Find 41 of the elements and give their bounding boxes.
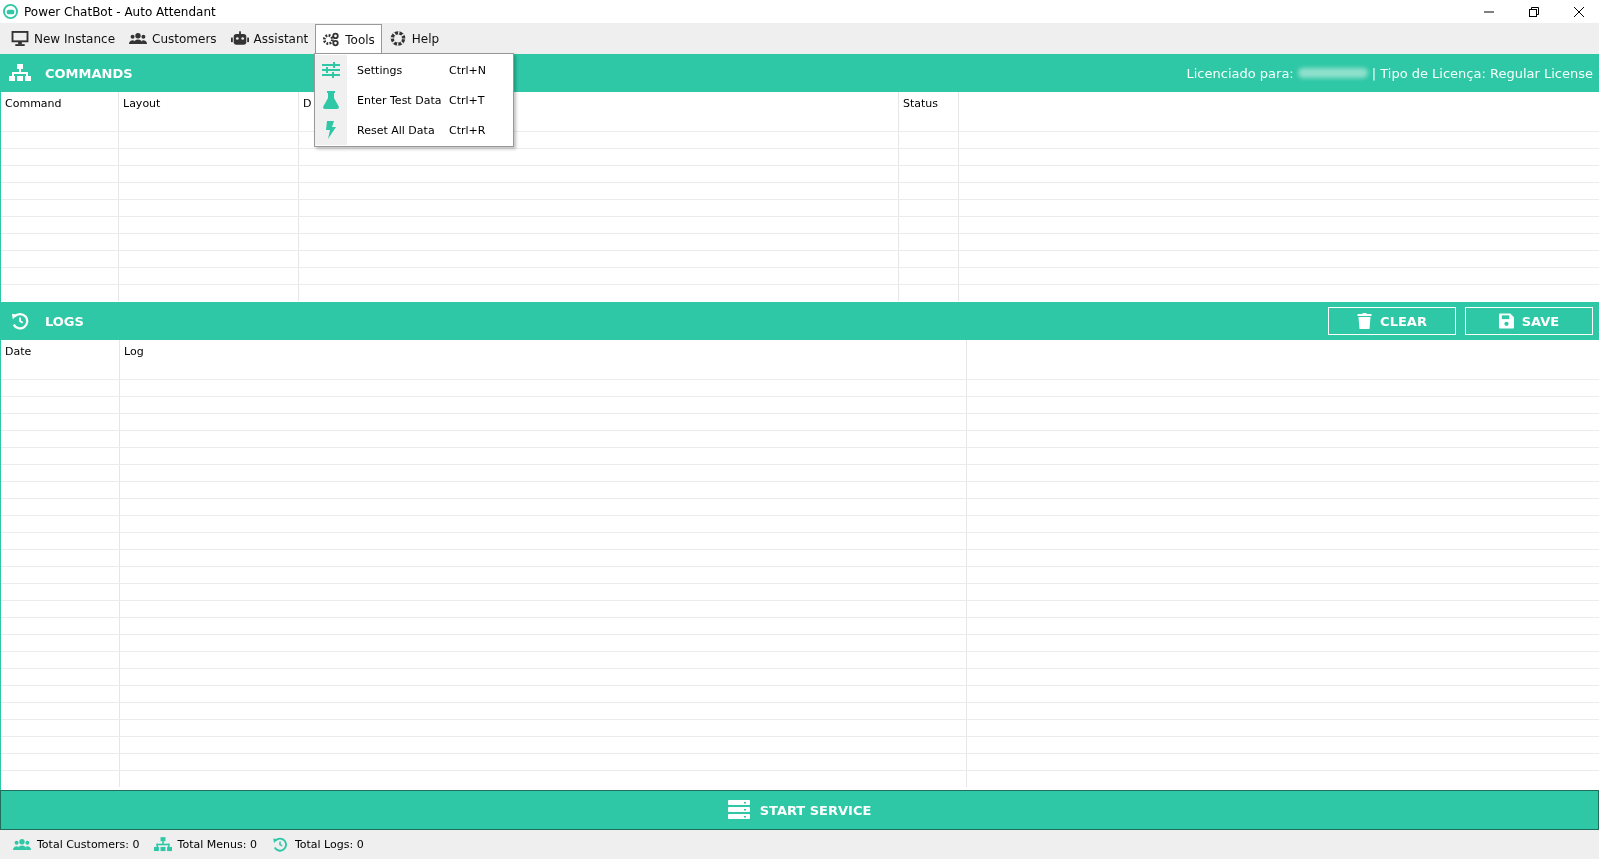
chatbot-logo-icon — [3, 4, 18, 19]
history-icon — [270, 837, 289, 852]
sitemap-icon — [153, 837, 172, 852]
status-text: Total Customers: 0 — [37, 838, 140, 851]
window-title: Power ChatBot - Auto Attendant — [24, 4, 216, 19]
column-header: Log — [124, 345, 144, 358]
redacted-name — [1297, 68, 1368, 78]
close-icon[interactable] — [1573, 5, 1585, 18]
sliders-icon — [322, 61, 340, 79]
restore-icon[interactable] — [1528, 5, 1540, 18]
users-icon — [129, 31, 148, 46]
gears-icon — [322, 32, 341, 47]
license-type: | Tipo de Licença: Regular License — [1371, 65, 1593, 81]
sitemap-icon — [9, 64, 31, 82]
trash-icon — [1357, 313, 1373, 329]
menu-item[interactable]: Customers — [122, 23, 224, 54]
dropdown-item[interactable]: Enter Test Data Ctrl+T — [315, 85, 513, 115]
robot-icon — [230, 31, 249, 46]
section-title: LOGS — [45, 313, 84, 329]
section-title: COMMANDS — [45, 65, 133, 81]
users-icon — [13, 837, 31, 852]
dropdown-item[interactable]: Settings Ctrl+N — [315, 55, 513, 85]
menu-item[interactable]: Help — [381, 23, 447, 54]
column-header: Date — [5, 345, 32, 358]
monitor-icon — [11, 31, 29, 46]
menu-item[interactable]: Assistant — [223, 23, 316, 54]
status-text: Total Logs: 0 — [294, 838, 364, 851]
status-text: Total Menus: 0 — [177, 838, 257, 851]
column-header: Layout — [123, 97, 161, 110]
column-header: D — [303, 97, 312, 110]
lifebuoy-icon — [388, 31, 407, 46]
column-header: Status — [903, 97, 939, 110]
flask-icon — [322, 91, 340, 109]
menu-item[interactable]: New Instance — [4, 23, 123, 54]
history-icon — [9, 312, 31, 330]
dropdown-item[interactable]: Reset All Data Ctrl+R — [315, 115, 513, 145]
column-header: Command — [5, 97, 62, 110]
floppy-icon — [1498, 313, 1514, 329]
license-label: Licenciado para: — [1186, 65, 1294, 81]
menu-item[interactable]: Tools — [315, 24, 382, 55]
server-icon — [727, 800, 750, 820]
